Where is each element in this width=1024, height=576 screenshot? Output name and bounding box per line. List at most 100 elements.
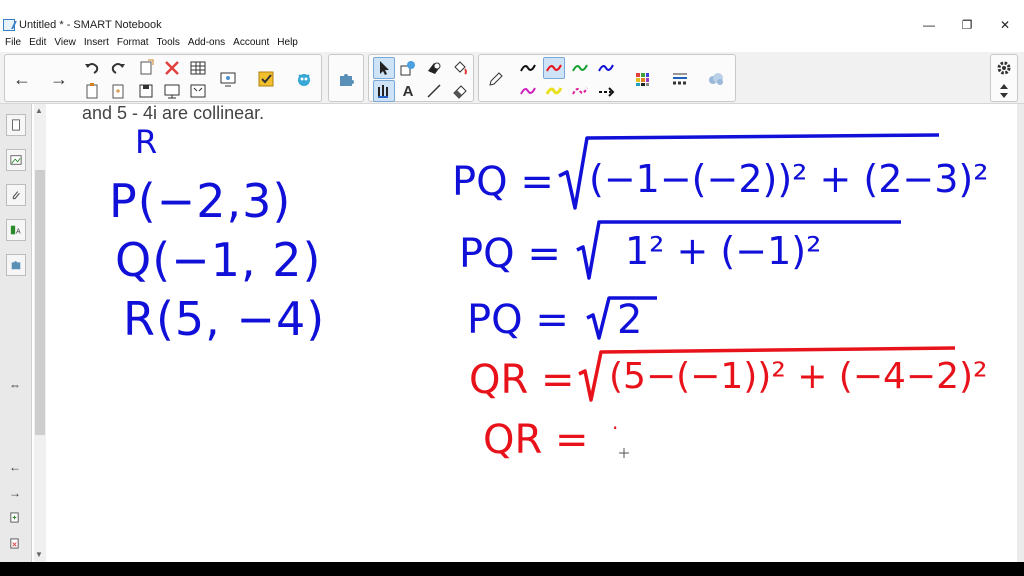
fill-tool-button[interactable]	[449, 57, 471, 79]
nav-next-icon[interactable]: →	[9, 486, 21, 500]
redo-button[interactable]	[107, 57, 129, 79]
restore-button[interactable]: ❐	[948, 16, 986, 34]
full-screen-icon	[190, 84, 206, 98]
new-page-button[interactable]	[135, 57, 157, 79]
open-file-icon	[112, 84, 124, 99]
undo-icon	[85, 63, 99, 74]
delete-button[interactable]	[161, 57, 183, 79]
scroll-down-icon[interactable]: ▼	[35, 550, 43, 559]
paste-button[interactable]	[81, 80, 103, 102]
pen-style-arrow[interactable]	[595, 80, 617, 102]
response-button[interactable]	[255, 68, 277, 90]
eraser-tool-button[interactable]	[449, 80, 471, 102]
insert-page-icon[interactable]	[9, 512, 20, 526]
page-sorter-tab[interactable]	[6, 114, 26, 136]
pen-style-yellow[interactable]	[543, 80, 565, 102]
ink-stroke-dashed-icon	[572, 87, 588, 95]
pen-style-blue[interactable]	[595, 57, 617, 79]
ink-stroke-blue-icon	[598, 64, 614, 72]
menu-insert[interactable]: Insert	[84, 37, 109, 48]
gear-icon	[997, 61, 1011, 75]
line-tool-button[interactable]	[423, 80, 445, 102]
menu-view[interactable]: View	[54, 37, 76, 48]
shapes-tool-button[interactable]	[397, 57, 419, 79]
paint-bucket-icon	[454, 61, 467, 75]
puzzle-icon	[340, 74, 354, 86]
toolbar-position-button[interactable]	[993, 80, 1015, 102]
menu-add-ons[interactable]: Add-ons	[188, 37, 225, 48]
paperclip-icon	[12, 191, 20, 200]
line-style-button[interactable]	[669, 68, 691, 90]
save-button[interactable]	[135, 80, 157, 102]
ink-point-p: P(−2,3)	[109, 174, 292, 228]
display-screen-button[interactable]	[161, 80, 183, 102]
delete-page-icon[interactable]	[9, 538, 20, 552]
menu-account[interactable]: Account	[233, 37, 269, 48]
toolbar-group-settings	[990, 54, 1018, 102]
add-ons-tab[interactable]	[6, 254, 26, 276]
pen-type-button[interactable]	[485, 68, 507, 90]
eraser-shape-button[interactable]	[423, 57, 445, 79]
settings-button[interactable]	[993, 57, 1015, 79]
menu-tools[interactable]: Tools	[157, 37, 180, 48]
ink-stroke-red-icon	[546, 64, 562, 72]
properties-icon: A	[10, 225, 21, 235]
document-camera-button[interactable]	[217, 68, 239, 90]
text-tool-button[interactable]: A	[397, 80, 419, 102]
insert-table-button[interactable]	[187, 57, 209, 79]
vertical-scroll-thumb[interactable]	[35, 170, 45, 435]
close-button[interactable]: ✕	[986, 16, 1024, 34]
toolbar-group-pen-styles	[478, 54, 736, 102]
menu-help[interactable]: Help	[277, 37, 298, 48]
smart-notebook-window: Untitled * - SMART Notebook — ❐ ✕ File E…	[0, 0, 1024, 562]
pen-style-red[interactable]	[543, 57, 565, 79]
whiteboard-canvas[interactable]: and 5 - 4i are collinear. R P(−2,3) Q(−1…	[47, 104, 1017, 562]
previous-page-button[interactable]: ←	[11, 68, 33, 90]
ink-stroke-yellow-icon	[545, 87, 563, 95]
menu-format[interactable]: Format	[117, 37, 149, 48]
window-controls: — ❐ ✕	[910, 16, 1024, 34]
nav-previous-icon[interactable]: ←	[9, 460, 21, 474]
pen-style-green[interactable]	[569, 57, 591, 79]
resize-sidebar-icon[interactable]: ⇔	[9, 378, 21, 392]
ink-pq-radicand-1: (−1−(−2))² + (2−3)²	[589, 157, 989, 201]
minimize-button[interactable]: —	[910, 16, 948, 34]
open-file-button[interactable]	[107, 80, 129, 102]
full-screen-button[interactable]	[187, 80, 209, 102]
ink-stroke-magenta-icon	[520, 87, 536, 95]
document-camera-icon	[220, 72, 236, 87]
select-tool-button[interactable]	[373, 57, 395, 79]
color-grid-icon	[636, 73, 649, 86]
pen-style-pink-dashed[interactable]	[569, 80, 591, 102]
next-page-button[interactable]: →	[48, 68, 70, 90]
delete-icon	[165, 61, 179, 75]
attachments-tab[interactable]	[6, 184, 26, 206]
ink-stroke-green-icon	[572, 64, 588, 72]
toolbar-group-tools: A	[368, 54, 474, 102]
pen-style-magenta[interactable]	[517, 80, 539, 102]
gallery-tab[interactable]	[6, 149, 26, 171]
redo-icon	[111, 63, 125, 74]
properties-tab[interactable]: A	[6, 219, 26, 241]
pen-style-black[interactable]	[517, 57, 539, 79]
screen-icon	[164, 84, 180, 99]
pens-tool-button[interactable]	[373, 80, 395, 102]
lab-activity-button[interactable]	[293, 68, 315, 90]
ink-qr-radicand-1: (5−(−1))² + (−4−2)²	[609, 356, 988, 397]
title-bar: Untitled * - SMART Notebook — ❐ ✕	[0, 16, 1024, 34]
ink-point-r: R(5, −4)	[123, 292, 326, 346]
eraser-blob-icon	[428, 62, 441, 74]
menu-file[interactable]: File	[5, 37, 21, 48]
puzzle-small-icon	[11, 261, 21, 270]
fill-effects-button[interactable]	[705, 68, 727, 90]
undo-button[interactable]	[81, 57, 103, 79]
scroll-up-icon[interactable]: ▲	[35, 106, 43, 115]
ink-pq-radicand-2: 1² + (−1)²	[625, 229, 822, 273]
up-down-arrows-icon	[1000, 84, 1008, 98]
ink-cursor-dot: ·	[612, 416, 619, 440]
color-palette-button[interactable]	[631, 68, 653, 90]
ink-qr-lhs-2: QR =	[483, 417, 589, 463]
add-ons-button[interactable]	[335, 68, 357, 90]
menu-edit[interactable]: Edit	[29, 37, 46, 48]
new-page-small-icon	[10, 512, 19, 523]
